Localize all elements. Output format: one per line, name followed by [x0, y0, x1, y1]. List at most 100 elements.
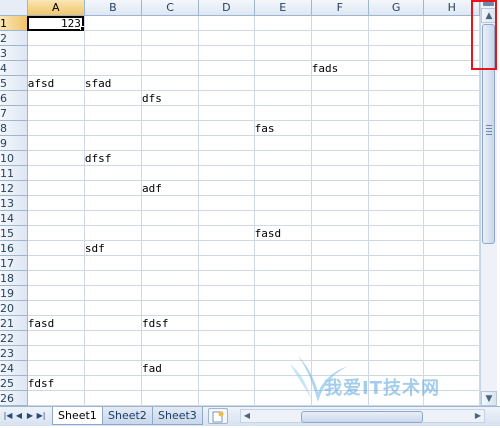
cell-h17[interactable] [423, 255, 480, 271]
cell-e14[interactable] [254, 210, 312, 226]
cell-e2[interactable] [254, 30, 312, 46]
cell-f14[interactable] [311, 210, 369, 226]
cell-a2[interactable] [27, 30, 85, 46]
cell-b5[interactable]: sfad [84, 75, 143, 91]
cell-a18[interactable] [27, 270, 85, 286]
cell-h24[interactable] [423, 360, 480, 376]
cell-h5[interactable] [423, 75, 480, 91]
cell-c9[interactable] [141, 135, 200, 151]
cell-g5[interactable] [368, 75, 425, 91]
tab-sheet3[interactable]: Sheet3 [152, 407, 203, 425]
cell-a19[interactable] [27, 285, 85, 301]
cell-b10[interactable]: dfsf [84, 150, 143, 166]
cell-f12[interactable] [311, 180, 369, 196]
cell-a21[interactable]: fasd [27, 315, 85, 331]
cell-g16[interactable] [368, 240, 425, 256]
cell-h25[interactable] [423, 375, 480, 391]
cell-d17[interactable] [198, 255, 255, 271]
cell-c11[interactable] [141, 165, 200, 181]
cell-e5[interactable] [254, 75, 312, 91]
cell-b2[interactable] [84, 30, 143, 46]
cell-d12[interactable] [198, 180, 255, 196]
cell-g7[interactable] [368, 105, 425, 121]
cell-g21[interactable] [368, 315, 425, 331]
cell-c23[interactable] [141, 345, 200, 361]
cell-c26[interactable] [141, 390, 200, 406]
cell-c2[interactable] [141, 30, 200, 46]
row-header-20[interactable]: 20 [0, 300, 28, 316]
cell-h14[interactable] [423, 210, 480, 226]
cell-f17[interactable] [311, 255, 369, 271]
cell-c3[interactable] [141, 45, 200, 61]
cell-e3[interactable] [254, 45, 312, 61]
cell-f9[interactable] [311, 135, 369, 151]
cell-e12[interactable] [254, 180, 312, 196]
cell-e26[interactable] [254, 390, 312, 406]
cell-f21[interactable] [311, 315, 369, 331]
cell-f26[interactable] [311, 390, 369, 406]
column-header-g[interactable]: G [368, 0, 425, 16]
scroll-down-icon[interactable]: ▼ [481, 391, 497, 406]
cell-d22[interactable] [198, 330, 255, 346]
cell-f2[interactable] [311, 30, 369, 46]
cell-b14[interactable] [84, 210, 143, 226]
cell-e8[interactable]: fas [254, 120, 312, 136]
spreadsheet-grid[interactable]: ABCDEFGH 1 123 2 3 4 fads 5 afsd sfad 6 dfs 7 8 fas 9 1… [0, 0, 480, 406]
cell-c15[interactable] [141, 225, 200, 241]
cell-h13[interactable] [423, 195, 480, 211]
row-header-17[interactable]: 17 [0, 255, 28, 271]
cell-g4[interactable] [368, 60, 425, 76]
cell-f1[interactable] [311, 15, 369, 31]
row-header-1[interactable]: 1 [0, 15, 28, 31]
cell-h20[interactable] [423, 300, 480, 316]
cell-e18[interactable] [254, 270, 312, 286]
cell-b16[interactable]: sdf [84, 240, 143, 256]
cell-c6[interactable]: dfs [141, 90, 200, 106]
cell-a1[interactable]: 123 [27, 15, 85, 31]
cell-c8[interactable] [141, 120, 200, 136]
cell-f6[interactable] [311, 90, 369, 106]
cell-c19[interactable] [141, 285, 200, 301]
cell-d13[interactable] [198, 195, 255, 211]
row-header-7[interactable]: 7 [0, 105, 28, 121]
cell-f3[interactable] [311, 45, 369, 61]
cell-a3[interactable] [27, 45, 85, 61]
row-header-25[interactable]: 25 [0, 375, 28, 391]
cell-a20[interactable] [27, 300, 85, 316]
cell-b4[interactable] [84, 60, 143, 76]
cell-d18[interactable] [198, 270, 255, 286]
cell-b19[interactable] [84, 285, 143, 301]
cell-e25[interactable] [254, 375, 312, 391]
cell-d3[interactable] [198, 45, 255, 61]
cell-e21[interactable] [254, 315, 312, 331]
column-header-a[interactable]: A [27, 0, 85, 16]
cell-b7[interactable] [84, 105, 143, 121]
row-header-13[interactable]: 13 [0, 195, 28, 211]
cell-h16[interactable] [423, 240, 480, 256]
cell-e16[interactable] [254, 240, 312, 256]
cell-d19[interactable] [198, 285, 255, 301]
cell-b11[interactable] [84, 165, 143, 181]
cell-b8[interactable] [84, 120, 143, 136]
cell-h23[interactable] [423, 345, 480, 361]
cell-d11[interactable] [198, 165, 255, 181]
cell-a9[interactable] [27, 135, 85, 151]
cell-d26[interactable] [198, 390, 255, 406]
cell-b3[interactable] [84, 45, 143, 61]
last-sheet-icon[interactable]: ▶| [36, 409, 46, 423]
cell-d25[interactable] [198, 375, 255, 391]
cell-g8[interactable] [368, 120, 425, 136]
cell-f8[interactable] [311, 120, 369, 136]
select-all-corner[interactable] [0, 0, 28, 16]
cell-d8[interactable] [198, 120, 255, 136]
row-header-26[interactable]: 26 [0, 390, 28, 406]
cell-c5[interactable] [141, 75, 200, 91]
cell-h19[interactable] [423, 285, 480, 301]
cell-f16[interactable] [311, 240, 369, 256]
cell-b24[interactable] [84, 360, 143, 376]
column-header-c[interactable]: C [141, 0, 200, 16]
cell-f15[interactable] [311, 225, 369, 241]
cell-c17[interactable] [141, 255, 200, 271]
cell-b26[interactable] [84, 390, 143, 406]
cell-h26[interactable] [423, 390, 480, 406]
